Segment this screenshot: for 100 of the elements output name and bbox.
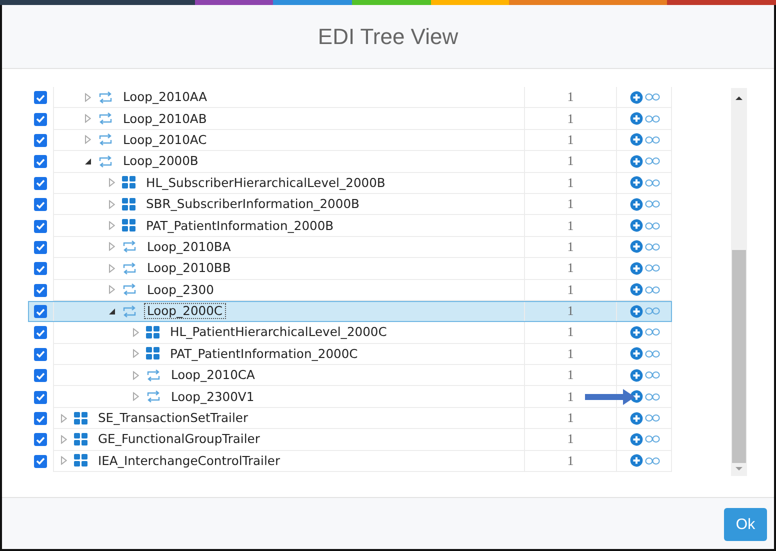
expand-icon[interactable] [85,135,91,144]
checkbox[interactable] [34,240,47,254]
add-icon[interactable] [630,432,643,446]
count-cell: 1 [567,132,574,148]
checkbox[interactable] [34,112,47,126]
tree-item-label[interactable]: Loop_2300V1 [169,390,256,404]
expand-icon[interactable] [109,200,115,209]
add-icon[interactable] [630,154,643,168]
add-icon[interactable] [630,283,643,296]
add-icon[interactable] [630,454,643,468]
checkbox[interactable] [34,348,47,361]
add-icon[interactable] [630,176,643,190]
expand-icon[interactable] [109,178,115,188]
checkbox[interactable] [34,220,47,233]
tree-item-label[interactable]: GE_FunctionalGroupTrailer [96,432,262,446]
link-icon[interactable] [645,414,660,422]
expand-icon[interactable] [133,370,139,380]
link-icon[interactable] [645,157,660,166]
link-icon[interactable] [645,200,660,208]
count-cell: 1 [567,110,574,127]
count-cell: 1 [567,431,574,448]
expand-icon[interactable] [133,392,139,402]
tree-item-label[interactable]: SE_TransactionSetTrailer [96,411,250,426]
checkbox[interactable] [34,262,47,276]
add-icon[interactable] [630,304,643,318]
tree-item-label[interactable]: Loop_2010CA [169,368,257,382]
link-icon[interactable] [645,350,660,358]
add-icon[interactable] [630,412,643,425]
expand-icon[interactable] [61,414,67,423]
tree-item-label[interactable]: Loop_2010AA [121,90,210,104]
checkbox[interactable] [34,198,47,212]
expand-icon[interactable] [109,285,115,294]
count-cell: 1 [567,367,574,384]
expand-icon[interactable] [85,92,91,102]
tree-item-label[interactable]: PAT_PatientInformation_2000B [144,218,336,233]
expand-icon[interactable] [85,114,91,124]
add-icon[interactable] [630,90,643,104]
tree-item-label[interactable]: Loop_2000C [145,304,225,318]
expand-icon[interactable] [133,349,139,358]
tree-item-label[interactable]: PAT_PatientInformation_2000C [168,346,360,361]
tree-item-label[interactable]: Loop_2010AC [121,132,209,147]
count-cell: 1 [567,388,574,405]
add-icon[interactable] [630,240,643,254]
tree-item-label[interactable]: IEA_InterchangeControlTrailer [96,454,282,468]
checkbox[interactable] [34,176,47,190]
checkbox[interactable] [34,433,47,446]
add-icon[interactable] [630,368,643,382]
checkbox[interactable] [34,412,47,426]
count-cell: 1 [567,174,574,191]
tree-item-label[interactable]: Loop_2010BB [145,261,233,276]
link-icon[interactable] [645,456,660,465]
collapse-icon[interactable] [84,158,92,165]
link-icon[interactable] [645,222,660,230]
link-icon[interactable] [645,392,660,401]
expand-icon[interactable] [109,264,115,273]
link-icon[interactable] [645,242,660,251]
loop-icon [122,262,137,275]
count-cell: 1 [567,452,574,469]
checkbox[interactable] [34,91,47,104]
link-icon[interactable] [645,435,660,444]
expand-icon[interactable] [133,328,139,337]
expand-icon[interactable] [109,242,115,252]
add-icon[interactable] [630,112,643,126]
loop-icon [98,154,113,168]
link-icon[interactable] [645,264,660,272]
add-icon[interactable] [630,326,643,339]
expand-icon[interactable] [109,221,115,230]
checkbox[interactable] [34,369,47,382]
collapse-icon[interactable] [108,308,116,315]
dialog-title: EDI Tree View [318,24,458,50]
checkbox[interactable] [34,326,47,340]
add-icon[interactable] [630,347,643,360]
tree-item-label[interactable]: HL_SubscriberHierarchicalLevel_2000B [144,176,388,190]
expand-icon[interactable] [61,434,67,444]
add-icon[interactable] [630,262,643,275]
add-icon[interactable] [630,133,643,146]
checkbox[interactable] [34,454,47,468]
link-icon[interactable] [645,371,660,380]
checkbox[interactable] [34,134,47,147]
expand-icon[interactable] [61,456,67,466]
loop-icon [146,368,161,382]
add-icon[interactable] [630,219,643,232]
link-icon[interactable] [645,136,660,144]
link-icon[interactable] [645,328,660,336]
tree-item-label[interactable]: HL_PatientHierarchicalLevel_2000C [168,325,389,340]
link-icon[interactable] [645,286,660,294]
count-cell: 1 [567,238,574,255]
link-icon[interactable] [645,114,660,123]
checkbox[interactable] [34,155,47,168]
tree-item-label[interactable]: Loop_2010AB [121,112,209,126]
add-icon[interactable] [630,198,643,211]
checkbox[interactable] [34,305,47,318]
tree-item-label[interactable]: Loop_2300 [145,282,216,297]
checkbox[interactable] [34,390,47,404]
tree-item-label[interactable]: Loop_2000B [121,154,200,168]
checkbox[interactable] [34,284,47,297]
link-icon[interactable] [645,93,660,102]
tree-item-label[interactable]: Loop_2010BA [145,240,233,254]
tree-item-label[interactable]: SBR_SubscriberInformation_2000B [144,197,362,212]
link-icon[interactable] [645,178,660,187]
